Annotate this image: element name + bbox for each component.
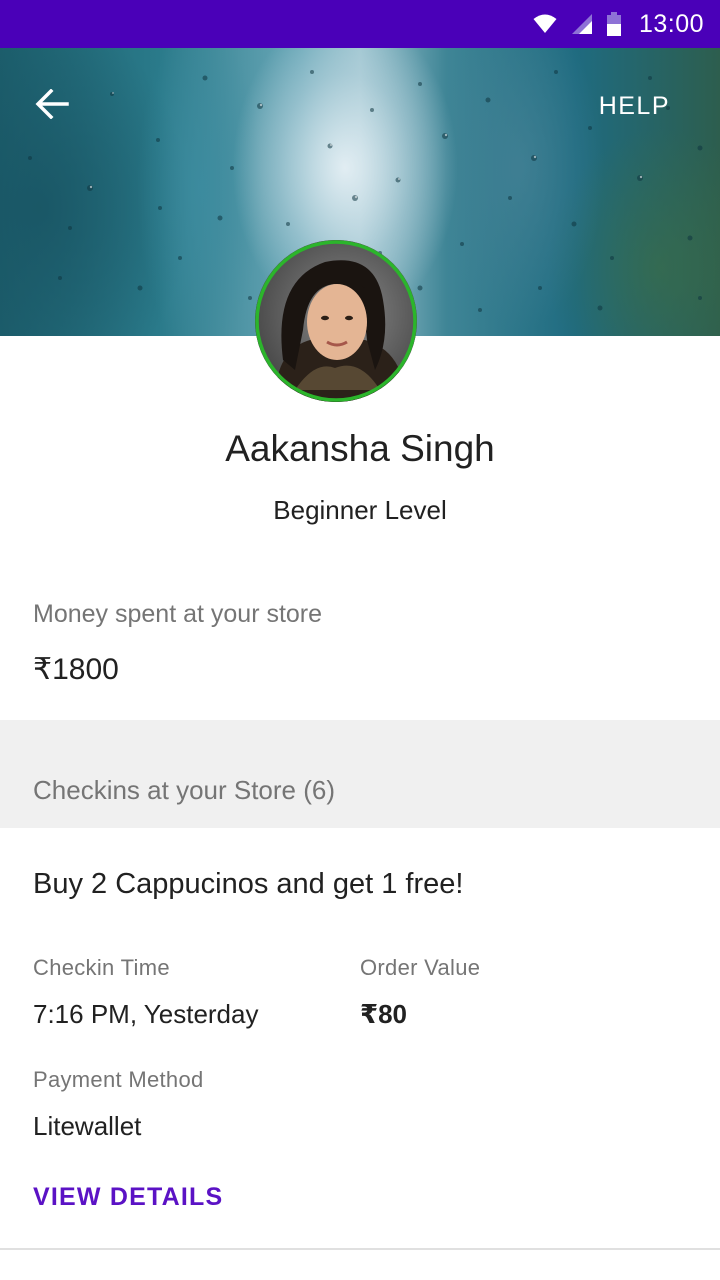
profile-level: Beginner Level [273, 495, 447, 525]
avatar-progress-ring [255, 240, 417, 402]
status-bar: 13:00 [0, 0, 720, 48]
arrow-left-icon [35, 89, 69, 119]
money-spent-label: Money spent at your store [33, 600, 323, 628]
order-value-label: Order Value [360, 955, 481, 980]
list-divider [0, 1248, 720, 1250]
profile-name: Aakansha Singh [225, 428, 495, 469]
checkins-section-header [0, 720, 720, 828]
checkin-offer-title: Buy 2 Cappucinos and get 1 free! [33, 868, 464, 900]
battery-icon [606, 12, 621, 36]
checkin-time-label: Checkin Time [33, 955, 170, 980]
signal-icon [571, 14, 592, 34]
payment-method-value: Litewallet [33, 1111, 142, 1141]
order-value-value: ₹80 [360, 999, 408, 1029]
avatar [255, 240, 417, 402]
view-details-button[interactable]: VIEW DETAILS [33, 1183, 223, 1212]
checkin-time-value: 7:16 PM, Yesterday [33, 999, 259, 1029]
money-spent-value: ₹1800 [33, 653, 119, 686]
status-time: 13:00 [638, 9, 704, 38]
help-button[interactable]: HELP [599, 92, 670, 121]
status-icons: 13:00 [533, 0, 704, 48]
wifi-icon [533, 14, 557, 33]
checkins-section-title: Checkins at your Store (6) [33, 775, 336, 805]
back-button[interactable] [24, 76, 80, 132]
payment-method-label: Payment Method [33, 1067, 204, 1092]
